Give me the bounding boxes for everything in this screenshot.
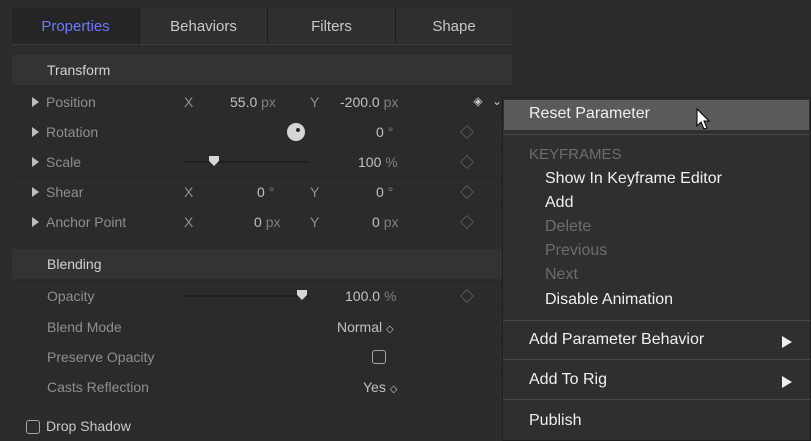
anchor-x-label: X (184, 214, 194, 230)
menu-item-add-to-rig[interactable]: Add To Rig (529, 371, 607, 389)
shear-label: Shear (46, 184, 84, 200)
casts-reflection-row: Casts Reflection Yes ◇ (12, 371, 512, 401)
updown-chevron-icon: ◇ (389, 384, 398, 395)
shear-y-label: Y (310, 184, 320, 200)
menu-item-next: Next (545, 266, 578, 283)
scale-slider-track[interactable] (184, 161, 309, 163)
keyframe-diamond-icon[interactable] (459, 184, 475, 200)
disclosure-triangle-icon[interactable] (32, 127, 39, 137)
casts-reflection-label: Casts Reflection (47, 379, 149, 395)
submenu-arrow-icon (782, 376, 792, 388)
opacity-label: Opacity (47, 288, 95, 304)
shear-x-label: X (184, 184, 194, 200)
opacity-row: Opacity 100.0 % (12, 280, 512, 310)
transform-section-header[interactable]: Transform (12, 55, 512, 85)
anchor-x-field[interactable]: 0 px (254, 214, 280, 230)
disclosure-triangle-icon[interactable] (32, 187, 39, 197)
position-row: Position X 55.0 px Y -200.0 px ◈ ⌄ (12, 86, 512, 116)
disclosure-triangle-icon[interactable] (32, 217, 39, 227)
rotation-dial[interactable] (287, 123, 305, 141)
preserve-opacity-row: Preserve Opacity (12, 341, 512, 371)
menu-divider (503, 320, 810, 321)
keyframe-add-icon[interactable]: ◈ (473, 94, 482, 108)
position-y-label: Y (310, 94, 320, 110)
position-x-field[interactable]: 55.0 px (230, 94, 276, 110)
tab-shape[interactable]: Shape (396, 8, 512, 44)
menu-item-disable-animation[interactable]: Disable Animation (545, 291, 673, 309)
position-label: Position (46, 94, 96, 110)
menu-item-publish[interactable]: Publish (529, 412, 581, 430)
scale-field[interactable]: 100 % (358, 154, 398, 170)
inspector-panel: Properties Behaviors Filters Shape Trans… (0, 0, 512, 441)
updown-chevron-icon: ◇ (386, 324, 394, 335)
blend-mode-popup[interactable]: Normal ◇ (337, 319, 394, 335)
drop-shadow-row: Drop Shadow (0, 408, 512, 441)
rotation-label: Rotation (46, 124, 99, 140)
position-y-field[interactable]: -200.0 px (340, 94, 398, 110)
rotation-field[interactable]: 0 ° (376, 124, 393, 140)
shear-x-field[interactable]: 0 ° (257, 184, 274, 200)
menu-item-reset-parameter[interactable]: Reset Parameter (529, 105, 650, 123)
blend-mode-row: Blend Mode Normal ◇ (12, 311, 512, 341)
menu-item-add-parameter-behavior[interactable]: Add Parameter Behavior (529, 331, 704, 349)
divider (12, 44, 512, 45)
keyframe-diamond-icon[interactable] (459, 124, 475, 140)
inspector-tabs: Properties Behaviors Filters Shape (12, 8, 512, 44)
rotation-row: Rotation 0 ° (12, 116, 512, 146)
menu-divider (503, 399, 810, 400)
opacity-field[interactable]: 100.0 % (345, 288, 396, 304)
casts-reflection-popup[interactable]: Yes ◇ (363, 379, 397, 395)
drop-shadow-checkbox[interactable] (26, 420, 40, 434)
menu-item-show-in-keyframe-editor[interactable]: Show In Keyframe Editor (545, 170, 722, 188)
chevron-down-icon[interactable]: ⌄ (492, 94, 502, 108)
keyframe-diamond-icon[interactable] (459, 288, 475, 304)
scale-row: Scale 100 % (12, 146, 512, 176)
blending-header-label: Blending (47, 256, 102, 272)
anchor-y-field[interactable]: 0 px (372, 214, 398, 230)
anchor-point-label: Anchor Point (46, 214, 127, 230)
menu-item-delete: Delete (545, 218, 592, 235)
mouse-pointer-icon (696, 108, 711, 130)
tab-properties[interactable]: Properties (12, 8, 140, 44)
anchor-point-row: Anchor Point X 0 px Y 0 px (12, 206, 512, 236)
shear-y-field[interactable]: 0 ° (376, 184, 393, 200)
disclosure-triangle-icon[interactable] (32, 157, 39, 167)
tab-behaviors[interactable]: Behaviors (140, 8, 268, 44)
submenu-arrow-icon (782, 336, 792, 348)
position-x-label: X (184, 94, 194, 110)
keyframe-diamond-icon[interactable] (459, 154, 475, 170)
transform-header-label: Transform (47, 62, 111, 78)
scale-label: Scale (46, 154, 82, 170)
anchor-y-label: Y (310, 214, 320, 230)
opacity-slider-track[interactable] (184, 295, 309, 297)
blend-mode-label: Blend Mode (47, 319, 122, 335)
context-menu: Reset Parameter KEYFRAMES Show In Keyfra… (502, 97, 811, 441)
opacity-slider-knob[interactable] (297, 290, 307, 300)
disclosure-triangle-icon[interactable] (32, 97, 39, 107)
keyframe-diamond-icon[interactable] (459, 214, 475, 230)
tab-filters[interactable]: Filters (268, 8, 396, 44)
position-keyframe-controls[interactable]: ◈ ⌄ (467, 94, 502, 108)
menu-divider (503, 359, 810, 360)
scale-slider-knob[interactable] (209, 156, 219, 166)
preserve-opacity-checkbox[interactable] (372, 350, 386, 364)
menu-item-previous: Previous (545, 242, 608, 259)
blending-section-header[interactable]: Blending (12, 249, 512, 279)
menu-header-keyframes: KEYFRAMES (529, 146, 622, 163)
menu-divider (503, 134, 810, 135)
menu-item-add[interactable]: Add (545, 194, 573, 212)
shear-row: Shear X 0 ° Y 0 ° (12, 176, 512, 206)
preserve-opacity-label: Preserve Opacity (47, 349, 155, 365)
drop-shadow-label: Drop Shadow (46, 418, 131, 434)
